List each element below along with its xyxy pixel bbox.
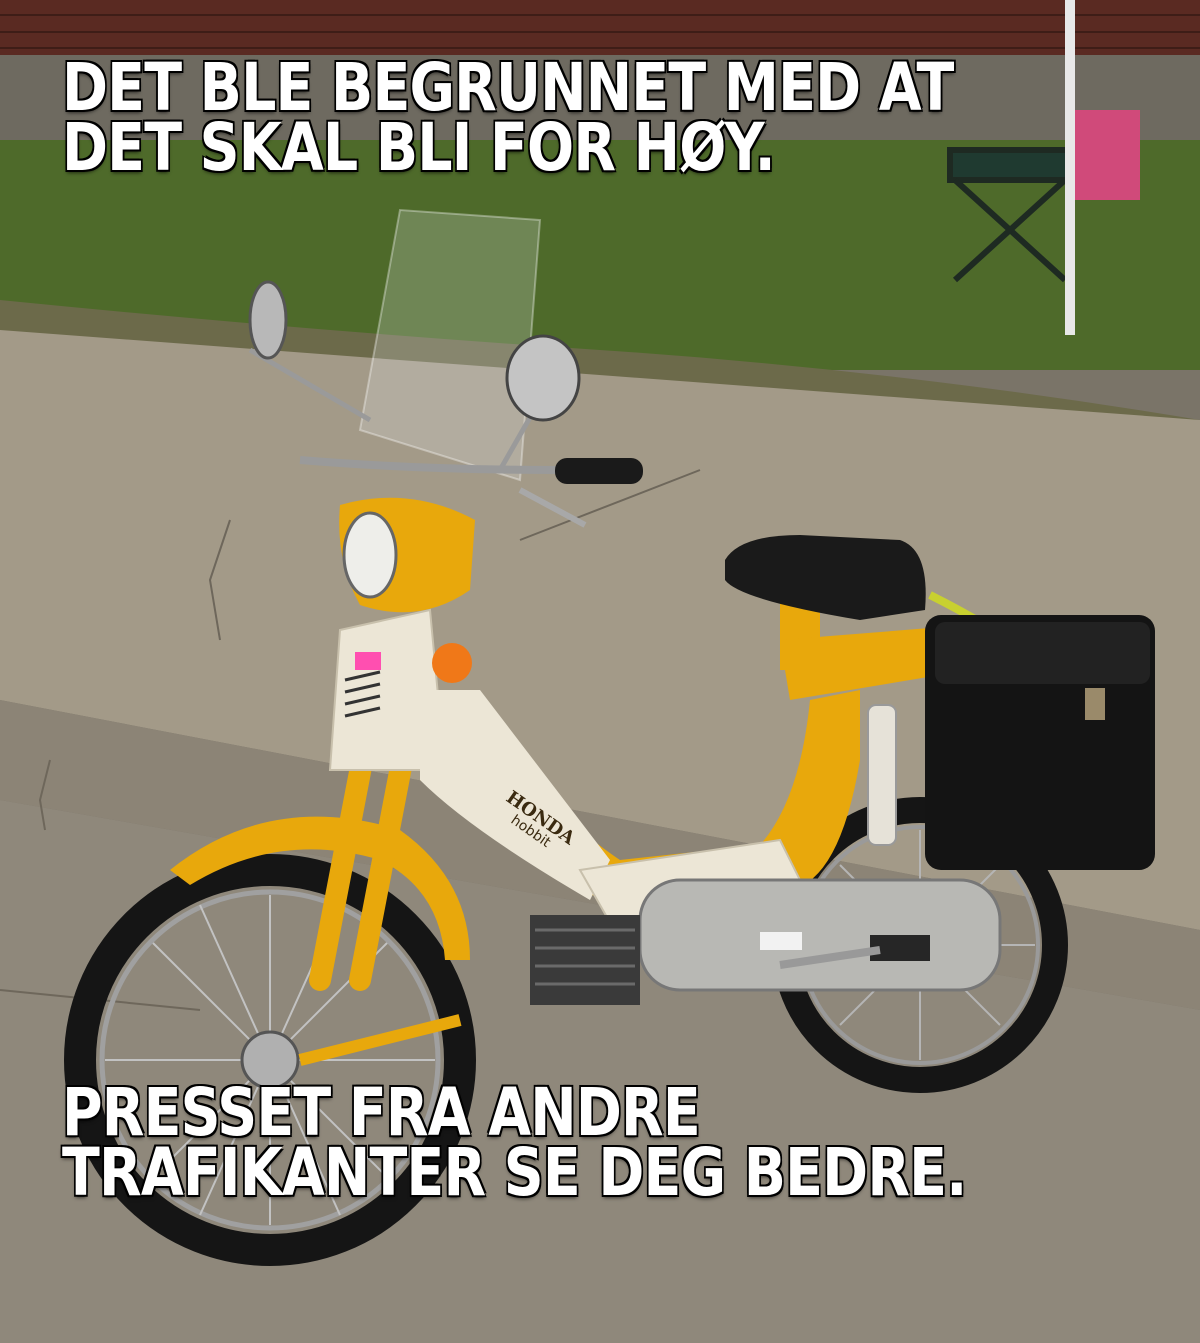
turn-signal: [432, 643, 472, 683]
right-mirror: [505, 334, 581, 422]
saddle-bag-flap: [935, 622, 1150, 684]
saddle-bag-clasp: [1085, 688, 1105, 720]
caption-bottom-line-2: TRAFIKANTER SE DEG BEDRE.: [62, 1134, 967, 1211]
caption-bottom: PRESSET FRA ANDRE TRAFIKANTER SE DEG BED…: [62, 1080, 967, 1211]
headlight: [342, 511, 398, 599]
canopy-pole: [1065, 0, 1075, 335]
meme-scene: HONDA hobbit DET BLE BEGRUNNET MED AT DE…: [0, 0, 1200, 1343]
caption-top-line-2: DET SKAL BLI FOR HØY.: [62, 109, 776, 186]
pink-chair: [1070, 110, 1140, 200]
left-mirror: [248, 280, 288, 360]
rear-shock: [867, 704, 897, 846]
price-sticker: [355, 652, 381, 670]
engine-case: [638, 878, 1002, 992]
engine-label: [760, 932, 802, 950]
right-grip: [555, 458, 643, 484]
caption-top: DET BLE BEGRUNNET MED AT DET SKAL BLI FO…: [62, 55, 954, 186]
